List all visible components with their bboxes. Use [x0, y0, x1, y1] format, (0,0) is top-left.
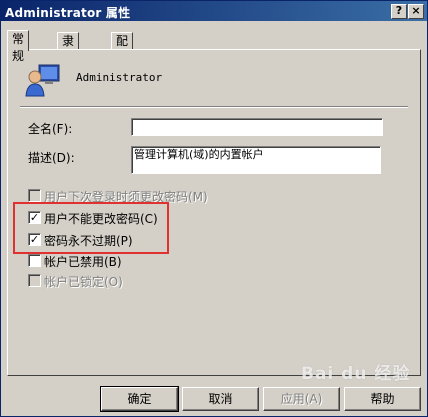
divider: [20, 106, 408, 108]
checkbox-label: 帐户已锁定(O): [44, 275, 123, 289]
title-bar[interactable]: Administrator 属性 ? ×: [1, 1, 427, 21]
window-title: Administrator 属性: [5, 6, 131, 20]
checkbox-label: 帐户已禁用(B): [44, 255, 122, 269]
tab-profile[interactable]: 配置文件: [111, 32, 134, 99]
apply-button[interactable]: 应用(A): [263, 387, 340, 411]
tab-member-of[interactable]: 隶属于: [57, 32, 80, 82]
properties-dialog: Administrator 属性 ? × 常规 隶属于 配置文件 Adminis…: [0, 0, 428, 417]
close-button[interactable]: ×: [408, 4, 424, 19]
user-icon: [25, 64, 60, 97]
account-name: Administrator: [76, 71, 163, 84]
watermark: Bai du 经验: [301, 364, 411, 384]
help-button[interactable]: 帮助: [344, 387, 421, 411]
help-title-button[interactable]: ?: [391, 4, 407, 19]
ok-button[interactable]: 确定: [100, 386, 179, 412]
checkbox-box: [28, 274, 41, 287]
tab-general[interactable]: 常规: [7, 30, 30, 63]
highlight-annotation: [13, 202, 169, 254]
cancel-button[interactable]: 取消: [182, 387, 259, 411]
checkbox-box: [28, 189, 41, 202]
description-field[interactable]: 管理计算机(域)的内置帐户: [131, 146, 381, 174]
checkbox-box[interactable]: [28, 254, 41, 267]
description-label: 描述(D):: [28, 151, 75, 165]
fullname-label: 全名(F):: [28, 122, 73, 136]
fullname-field[interactable]: [131, 118, 383, 136]
